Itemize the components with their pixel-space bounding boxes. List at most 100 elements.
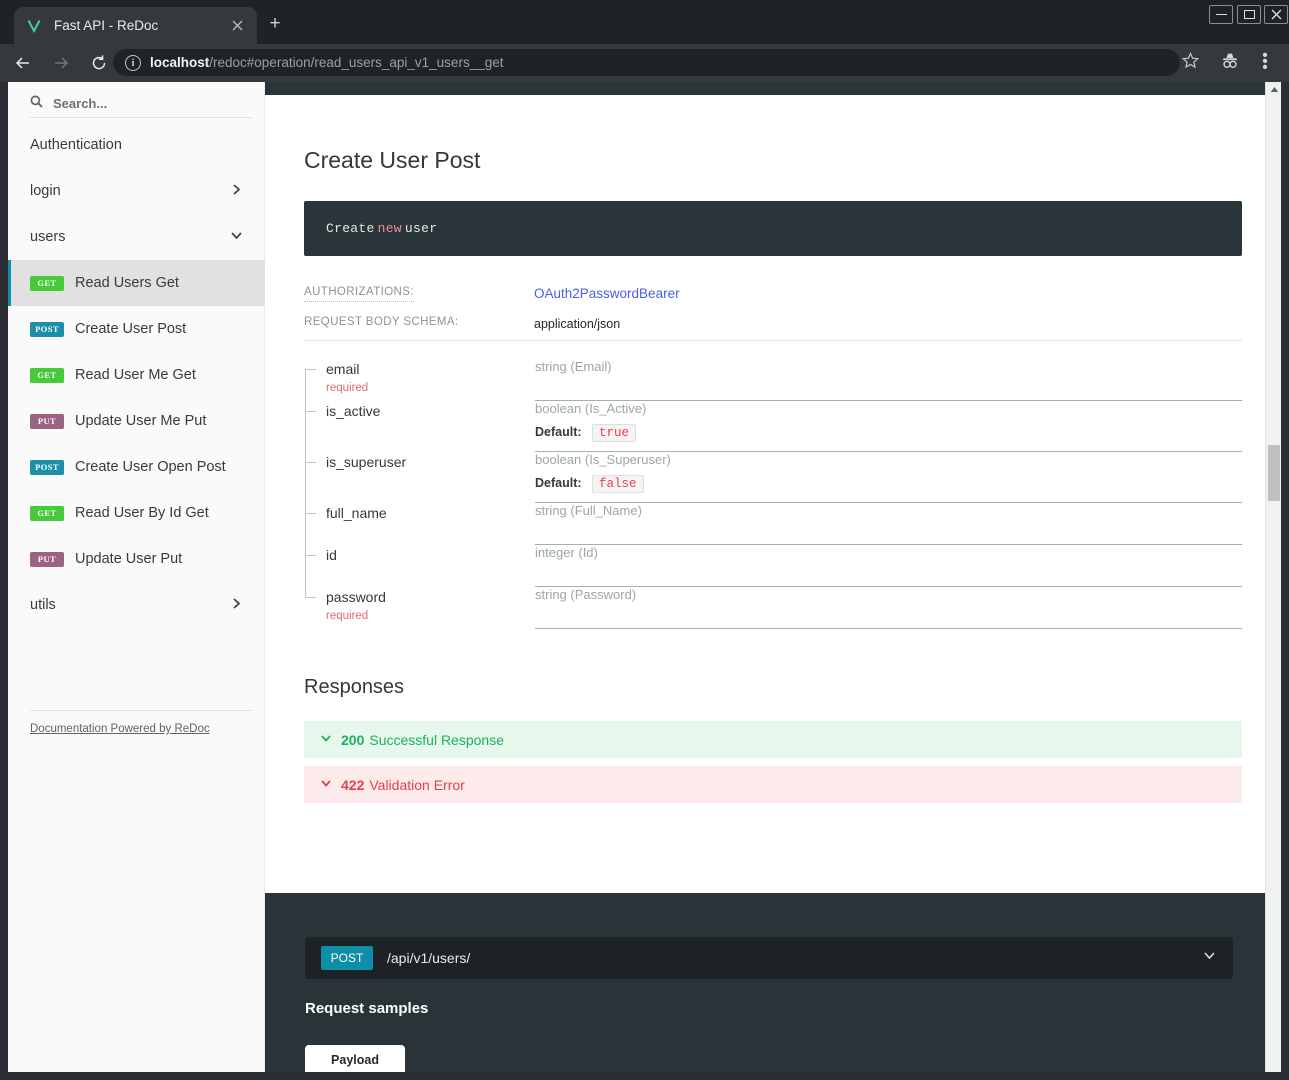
endpoint-path: /api/v1/users/ bbox=[387, 950, 1202, 966]
window-maximize-button[interactable] bbox=[1237, 5, 1261, 24]
sidebar-item-read-users-get[interactable]: GET Read Users Get bbox=[8, 260, 265, 306]
sidebar-item-create-user-open-post[interactable]: POST Create User Open Post bbox=[8, 444, 265, 490]
field-type: boolean (Is_Superuser) bbox=[535, 452, 1242, 467]
field-name-block: email required bbox=[326, 359, 535, 394]
field-default: Default: true bbox=[535, 424, 1242, 442]
search-row[interactable] bbox=[30, 90, 252, 118]
sidebar-item-read-user-by-id-get[interactable]: GET Read User By Id Get bbox=[8, 490, 265, 536]
sidebar-group-utils[interactable]: utils bbox=[8, 582, 265, 628]
field-detail: integer (Id) bbox=[535, 545, 1242, 587]
sidebar-item-label: Read User Me Get bbox=[75, 367, 196, 383]
tree-connector-icon bbox=[304, 452, 326, 503]
powered-by-redoc-link[interactable]: Documentation Powered by ReDoc bbox=[30, 723, 210, 735]
maximize-glyph bbox=[1244, 10, 1255, 19]
sidebar-item-update-user-me-put[interactable]: PUT Update User Me Put bbox=[8, 398, 265, 444]
browser-tab[interactable]: Fast API - ReDoc bbox=[14, 7, 257, 44]
url-text: localhost/redoc#operation/read_users_api… bbox=[150, 55, 503, 70]
method-badge-post: POST bbox=[30, 460, 64, 475]
authorizations-value: OAuth2PasswordBearer bbox=[534, 286, 680, 301]
field-name-block: password required bbox=[326, 587, 535, 622]
sidebar-group-users[interactable]: users bbox=[8, 214, 265, 260]
scrollbar-thumb[interactable] bbox=[1268, 445, 1280, 501]
operation-description-code: Create new user bbox=[304, 201, 1242, 256]
search-input[interactable] bbox=[53, 96, 252, 111]
new-tab-button[interactable]: + bbox=[264, 14, 286, 36]
sidebar-item-update-user-put[interactable]: PUT Update User Put bbox=[8, 536, 265, 582]
field-default-label: Default: bbox=[535, 425, 582, 439]
redoc-sidebar: Authentication login users GET Re bbox=[8, 82, 265, 1072]
sidebar-item-create-user-post[interactable]: POST Create User Post bbox=[8, 306, 265, 352]
window-right-edge bbox=[1281, 82, 1289, 1080]
request-samples-panel: POST /api/v1/users/ Request samples Payl… bbox=[265, 893, 1281, 1072]
field-name-block: is_superuser bbox=[326, 452, 535, 472]
tab-payload[interactable]: Payload bbox=[305, 1045, 405, 1072]
field-detail: boolean (Is_Superuser) Default: false bbox=[535, 452, 1242, 503]
minimize-glyph bbox=[1216, 14, 1227, 16]
sidebar-item-read-user-me-get[interactable]: GET Read User Me Get bbox=[8, 352, 265, 398]
info-circle-icon[interactable]: i bbox=[125, 55, 141, 71]
sidebar-item-label: Read Users Get bbox=[75, 275, 179, 291]
field-default-value: false bbox=[592, 475, 644, 493]
chevron-down-icon bbox=[320, 777, 332, 792]
schema-field-is-active: is_active boolean (Is_Active) Default: t… bbox=[304, 401, 1242, 452]
field-required-flag: required bbox=[326, 610, 535, 622]
star-icon[interactable] bbox=[1182, 52, 1199, 74]
sidebar-item-label: Update User Me Put bbox=[75, 413, 206, 429]
caret-up-icon[interactable] bbox=[1266, 82, 1282, 97]
method-badge-put: PUT bbox=[30, 552, 64, 567]
field-name: id bbox=[326, 547, 337, 563]
schema-field-id: id integer (Id) bbox=[304, 545, 1242, 587]
chevron-down-icon[interactable] bbox=[1202, 948, 1217, 968]
sidebar-item-label: Update User Put bbox=[75, 551, 182, 567]
v-logo-icon bbox=[24, 16, 44, 36]
response-code: 422 bbox=[341, 777, 364, 793]
field-name: is_superuser bbox=[326, 454, 406, 470]
url-host: localhost bbox=[150, 55, 209, 70]
close-icon[interactable] bbox=[227, 16, 247, 36]
browser-titlebar: Fast API - ReDoc + bbox=[0, 0, 1289, 44]
sidebar-group-label: utils bbox=[30, 597, 230, 613]
authorizations-row: AUTHORIZATIONS: OAuth2PasswordBearer bbox=[304, 286, 1242, 302]
field-type: string (Full_Name) bbox=[535, 503, 1242, 518]
reload-icon[interactable] bbox=[84, 48, 114, 78]
page-scrollbar[interactable] bbox=[1265, 82, 1281, 1072]
address-bar[interactable]: i localhost/redoc#operation/read_users_a… bbox=[113, 49, 1180, 76]
response-row-422[interactable]: 422 Validation Error bbox=[304, 766, 1242, 803]
field-type: string (Email) bbox=[535, 359, 1242, 374]
schema-field-full-name: full_name string (Full_Name) bbox=[304, 503, 1242, 545]
sidebar-group-authentication[interactable]: Authentication bbox=[8, 122, 265, 168]
tree-connector-icon bbox=[304, 359, 326, 401]
field-required-flag: required bbox=[326, 382, 535, 394]
method-badge-get: GET bbox=[30, 276, 64, 291]
incognito-icon[interactable] bbox=[1220, 52, 1240, 75]
response-row-200[interactable]: 200 Successful Response bbox=[304, 721, 1242, 758]
method-badge-get: GET bbox=[30, 368, 64, 383]
window-close-button[interactable] bbox=[1264, 5, 1288, 24]
endpoint-bar[interactable]: POST /api/v1/users/ bbox=[305, 937, 1233, 979]
sidebar-divider bbox=[30, 710, 252, 711]
desc-suffix: user bbox=[405, 221, 437, 236]
field-name-block: id bbox=[326, 545, 535, 565]
desc-keyword: new bbox=[378, 221, 402, 236]
kebab-menu-icon[interactable]: ••• bbox=[1258, 52, 1272, 70]
arrow-left-icon[interactable] bbox=[8, 48, 38, 78]
method-badge-post: POST bbox=[321, 946, 373, 970]
chevron-down-icon bbox=[230, 229, 243, 246]
arrow-right-icon bbox=[46, 48, 76, 78]
response-code: 200 bbox=[341, 732, 364, 748]
field-name-block: full_name bbox=[326, 503, 535, 523]
schema-field-email: email required string (Email) bbox=[304, 359, 1242, 401]
sidebar-group-label: Authentication bbox=[30, 137, 243, 153]
url-path: /redoc#operation/read_users_api_v1_users… bbox=[209, 55, 503, 70]
chevron-right-icon bbox=[230, 597, 243, 614]
method-badge-put: PUT bbox=[30, 414, 64, 429]
oauth2-security-link[interactable]: OAuth2PasswordBearer bbox=[534, 286, 680, 301]
request-samples-title: Request samples bbox=[305, 1000, 428, 1017]
sidebar-group-login[interactable]: login bbox=[8, 168, 265, 214]
field-default-value: true bbox=[592, 424, 636, 442]
method-badge-get: GET bbox=[30, 506, 64, 521]
response-text: Successful Response bbox=[369, 732, 504, 748]
window-minimize-button[interactable] bbox=[1209, 5, 1233, 24]
page-viewport: Authentication login users GET Re bbox=[8, 82, 1281, 1072]
sidebar-group-label: login bbox=[30, 183, 230, 199]
